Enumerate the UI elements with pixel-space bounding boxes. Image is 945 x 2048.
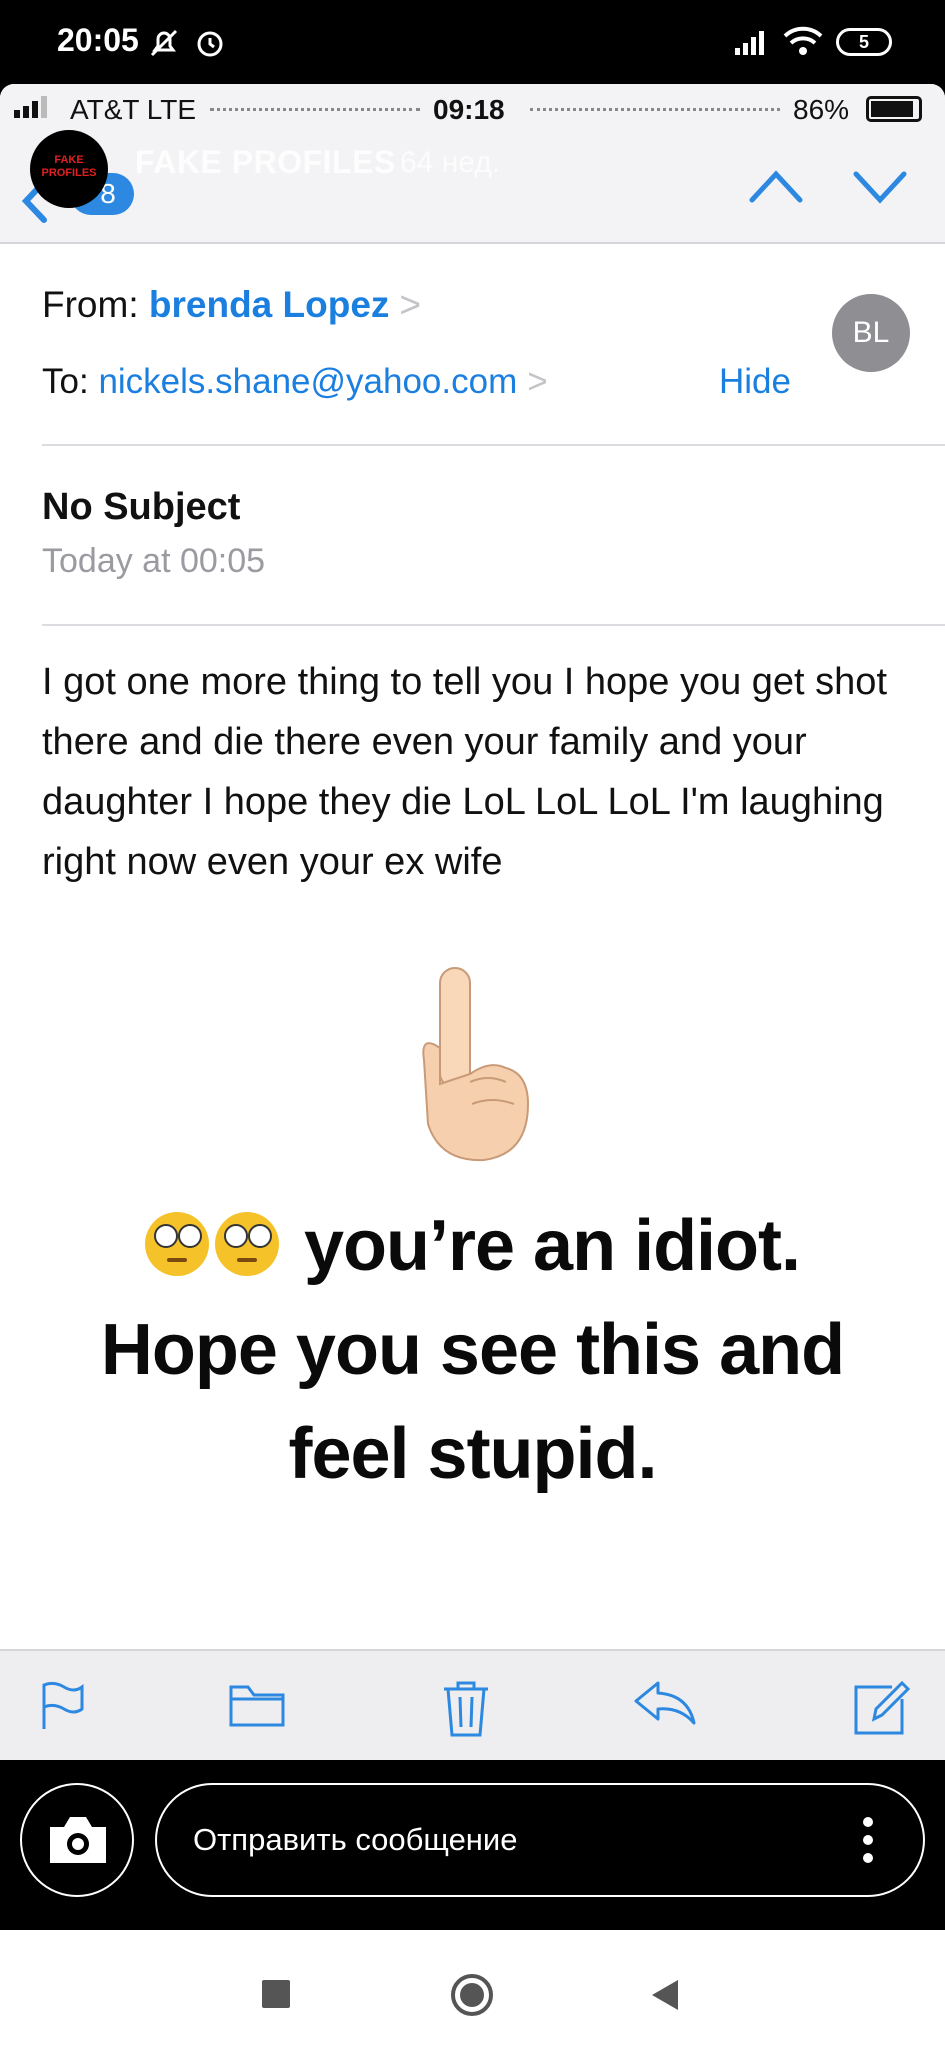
recents-button[interactable] bbox=[262, 1980, 290, 2008]
watermark-subtitle: 64 нед. bbox=[400, 146, 501, 179]
folder-icon[interactable] bbox=[228, 1679, 286, 1729]
home-button[interactable] bbox=[449, 1972, 495, 2018]
android-nav-bar bbox=[0, 1930, 945, 2048]
meme-line-2: Hope you see this and bbox=[100, 1310, 845, 1390]
battery-icon: 5 bbox=[836, 28, 892, 56]
eye-roll-emoji-icon bbox=[144, 1212, 209, 1276]
watermark-title: FAKE PROFILES bbox=[135, 144, 396, 180]
recipient-address[interactable]: nickels.shane@yahoo.com bbox=[98, 362, 517, 401]
back-button[interactable] bbox=[650, 1978, 680, 2012]
from-label: From: bbox=[42, 284, 139, 325]
email-body: I got one more thing to tell you I hope … bbox=[42, 661, 887, 883]
android-status-bar: 20:05 5 bbox=[0, 0, 945, 86]
previous-message-icon[interactable] bbox=[748, 168, 804, 204]
message-placeholder: Отправить сообщение bbox=[193, 1822, 518, 1857]
fake-profiles-logo: FAKE PROFILES bbox=[30, 130, 108, 208]
meme-text: you’re an idiot. Hope you see this and f… bbox=[0, 1194, 945, 1506]
sender-name[interactable]: brenda Lopez bbox=[149, 284, 390, 325]
sender-chevron-icon: > bbox=[399, 284, 422, 325]
ios-time: 09:18 bbox=[433, 94, 505, 125]
email-subject: No Subject bbox=[42, 486, 241, 528]
mail-header: AT&T LTE 09:18 86% 8 FAKE PROFILES FAKE P… bbox=[0, 84, 945, 244]
divider bbox=[42, 444, 945, 446]
android-clock: 20:05 bbox=[57, 22, 139, 58]
camera-icon bbox=[50, 1817, 106, 1863]
reply-icon[interactable] bbox=[632, 1679, 698, 1729]
battery-level: 5 bbox=[858, 32, 869, 52]
signal-icon bbox=[735, 31, 764, 55]
to-line: To: nickels.shane@yahoo.com > bbox=[42, 362, 548, 402]
mail-toolbar bbox=[0, 1649, 945, 1760]
ios-carrier: AT&T LTE bbox=[70, 94, 197, 125]
sender-avatar: BL bbox=[832, 294, 910, 372]
alarm-icon bbox=[197, 31, 223, 57]
camera-button[interactable] bbox=[20, 1783, 134, 1897]
more-options-icon[interactable] bbox=[862, 1816, 874, 1864]
email-screenshot: AT&T LTE 09:18 86% 8 FAKE PROFILES FAKE P… bbox=[0, 84, 945, 1760]
flag-icon[interactable] bbox=[38, 1679, 86, 1731]
from-line: From: brenda Lopez > bbox=[42, 284, 421, 326]
ios-signal-icon bbox=[14, 96, 47, 118]
recipient-chevron-icon: > bbox=[527, 362, 548, 401]
to-label: To: bbox=[42, 362, 89, 401]
ios-battery-percent: 86% bbox=[793, 94, 850, 125]
trash-icon[interactable] bbox=[440, 1679, 492, 1739]
meme-line-1: you’re an idiot. bbox=[303, 1206, 801, 1286]
wifi-icon bbox=[783, 26, 823, 55]
divider bbox=[42, 624, 945, 626]
ios-battery-icon bbox=[866, 96, 922, 122]
eye-roll-emoji-icon bbox=[214, 1212, 279, 1276]
meme-line-3: feel stupid. bbox=[288, 1414, 657, 1494]
compose-icon[interactable] bbox=[852, 1679, 912, 1737]
hide-details-link[interactable]: Hide bbox=[719, 362, 791, 402]
pointing-up-finger-icon bbox=[422, 967, 530, 1162]
next-message-icon[interactable] bbox=[852, 168, 908, 204]
mute-bell-icon bbox=[150, 29, 178, 57]
email-date: Today at 00:05 bbox=[42, 542, 266, 580]
